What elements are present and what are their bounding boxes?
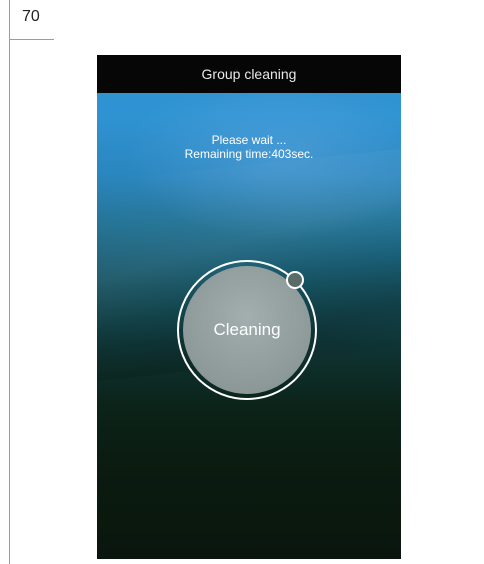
page-number-underline (9, 39, 54, 40)
remaining-time-text: Remaining time:403sec. (184, 147, 314, 161)
please-wait-text: Please wait ... (211, 133, 287, 147)
page-number: 70 (22, 8, 40, 25)
progress-knob (286, 271, 304, 289)
page-margin-rule (9, 0, 10, 564)
manual-page: 70 Group cleaning Please wait ... Remain… (0, 0, 484, 564)
screen-title: Group cleaning (201, 66, 297, 82)
title-bar: Group cleaning (97, 55, 401, 93)
phone-screenshot: Group cleaning Please wait ... Remaining… (97, 55, 401, 559)
cleaning-button-label: Cleaning (213, 320, 281, 339)
